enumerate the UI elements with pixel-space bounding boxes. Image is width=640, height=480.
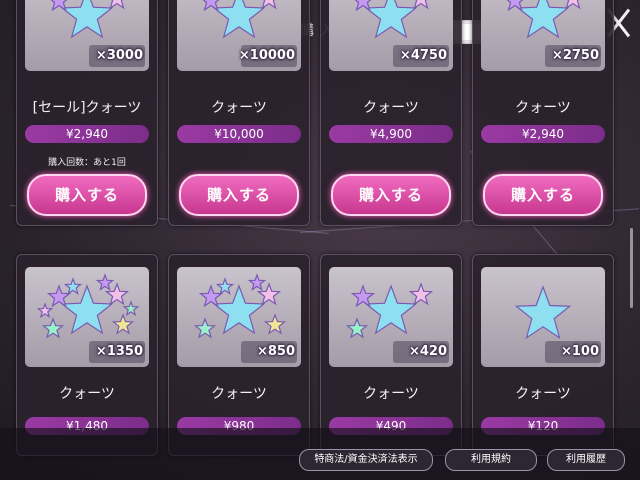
buy-button[interactable]: 購入する [331,174,451,216]
purchase-limit-text: 購入回数：あと1回 [48,158,126,168]
product-thumbnail: ×3000 [25,0,149,71]
quartz-star-icon [198,284,224,308]
history-button[interactable]: 利用履歴 [547,449,625,471]
product-quantity: ×2750 [551,48,599,63]
product-card: ×2750 クォーツ ¥2,940 購入する [472,0,614,226]
product-name: クォーツ [515,100,571,116]
product-name: クォーツ [211,100,267,116]
product-price: ¥2,940 [481,125,605,143]
product-card: ×4750 クォーツ ¥4,900 購入する [320,0,462,226]
quartz-star-icon [263,313,287,335]
product-price: ¥2,940 [25,125,149,143]
product-name: クォーツ [211,386,267,402]
product-quantity: ×850 [256,344,295,359]
commerce-law-button[interactable]: 特商法/資金決済法表示 [299,449,433,471]
product-name: [セール]クォーツ [32,100,142,116]
quartz-star-icon [261,0,277,10]
product-quantity: ×1350 [95,344,143,359]
quartz-star-icon [212,0,266,39]
product-quantity: ×100 [560,344,599,359]
quartz-star-icon [111,313,135,335]
quartz-star-icon [413,0,429,10]
product-price: ¥10,000 [177,125,301,143]
product-card: ×850 クォーツ ¥980 [168,254,310,456]
product-thumbnail: ×10000 [177,0,301,71]
quartz-star-icon [95,273,115,291]
quartz-star-icon [565,0,581,10]
buy-button[interactable]: 購入する [483,174,603,216]
product-thumbnail: ×420 [329,267,453,367]
quartz-star-icon [193,317,217,339]
quartz-star-icon [215,277,235,295]
product-quantity: ×420 [408,344,447,359]
quartz-star-icon [63,277,83,295]
quartz-star-icon [408,282,434,306]
product-price: ¥4,900 [329,125,453,143]
product-card: ×3000 [セール]クォーツ ¥2,940 購入回数：あと1回購入する [16,0,158,226]
quartz-star-icon [41,317,65,339]
quartz-star-icon [364,0,418,39]
quartz-star-icon [122,300,140,317]
quartz-star-icon [247,273,267,291]
quartz-star-icon [350,284,376,308]
product-thumbnail: ×850 [177,267,301,367]
product-quantity: ×4750 [399,48,447,63]
product-thumbnail: ×100 [481,267,605,367]
product-name: クォーツ [363,100,419,116]
product-thumbnail: ×2750 [481,0,605,71]
product-name: クォーツ [363,386,419,402]
quartz-star-icon [46,284,72,308]
quartz-star-icon [345,317,369,339]
product-card: ×100 クォーツ ¥120 [472,254,614,456]
product-card: ×10000 クォーツ ¥10,000 購入する [168,0,310,226]
quartz-star-icon [516,0,570,39]
product-name: クォーツ [515,386,571,402]
product-thumbnail: ×1350 [25,267,149,367]
product-quantity: ×10000 [238,48,295,63]
quartz-star-icon [256,282,282,306]
scrollbar-thumb[interactable] [630,228,633,308]
product-card: ×1350 クォーツ ¥1,480 [16,254,158,456]
quartz-star-icon [514,285,572,340]
product-name: クォーツ [59,386,115,402]
quartz-star-icon [104,282,130,306]
product-thumbnail: ×4750 [329,0,453,71]
terms-button[interactable]: 利用規約 [445,449,537,471]
quartz-star-icon [60,0,114,39]
product-card: ×420 クォーツ ¥490 [320,254,462,456]
product-quantity: ×3000 [95,48,143,63]
buy-button[interactable]: 購入する [27,174,147,216]
quartz-star-icon [109,0,125,10]
quartz-star-icon [36,302,54,319]
buy-button[interactable]: 購入する [179,174,299,216]
